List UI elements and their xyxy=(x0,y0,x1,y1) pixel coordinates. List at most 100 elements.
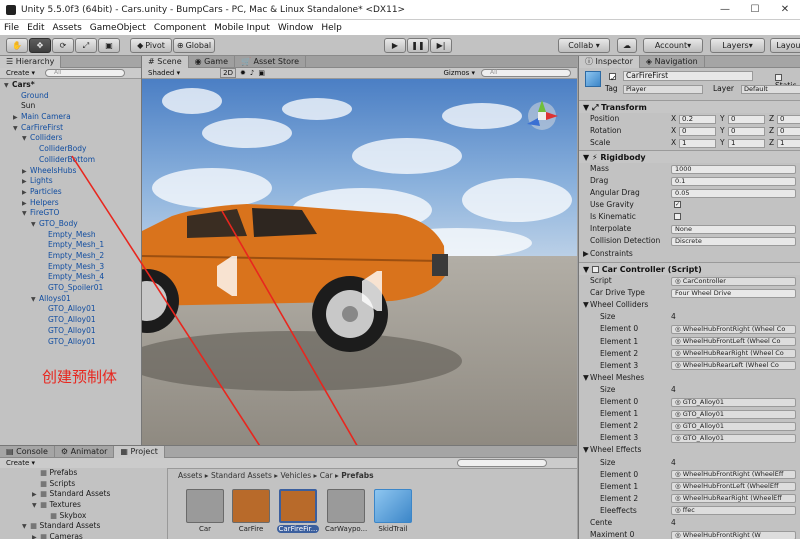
rigidbody-field-value[interactable]: Discrete xyxy=(671,236,796,246)
foldout-header[interactable]: ▼ Wheel Meshes xyxy=(579,372,800,384)
hierarchy-item[interactable]: ▼ CarFireFirst xyxy=(0,123,141,134)
foldout-arrow-icon[interactable]: ▶ xyxy=(22,188,30,199)
lighting-icon[interactable]: ✹ xyxy=(240,69,246,77)
folder-item[interactable]: ▼ ■ Textures xyxy=(0,500,167,511)
hierarchy-item[interactable]: Empty_Mesh_3 xyxy=(0,262,141,273)
layout-dropdown[interactable]: Layout xyxy=(770,38,800,53)
hierarchy-item[interactable]: ▶ WheelsHubs xyxy=(0,166,141,177)
hierarchy-item[interactable]: Sun xyxy=(0,101,141,112)
hierarchy-item[interactable]: GTO_Spoiler01 xyxy=(0,283,141,294)
tab-asset-store[interactable]: 🛒 Asset Store xyxy=(235,56,307,68)
controller-field-value[interactable]: Four Wheel Drive xyxy=(671,288,796,298)
audio-icon[interactable]: ♪ xyxy=(250,69,254,77)
hierarchy-item[interactable]: ▶ Main Camera xyxy=(0,112,141,123)
folder-item[interactable]: ■ Prefabs xyxy=(0,468,167,479)
project-search-input[interactable] xyxy=(457,459,547,467)
controller-field-value[interactable]: ◎ WheelHubRearRight (Wheel Co xyxy=(671,349,796,359)
menu-component[interactable]: Component xyxy=(150,23,210,33)
asset-carfire-prefab[interactable]: CarFire xyxy=(230,489,272,533)
foldout-header[interactable]: ▼ Wheel Effects xyxy=(579,444,800,456)
controller-field-value[interactable]: ◎ ffec xyxy=(671,506,796,516)
cloud-icon[interactable]: ☁ xyxy=(617,38,637,53)
step-button[interactable]: ▶| xyxy=(430,38,452,53)
foldout-arrow-icon[interactable]: ▶ xyxy=(32,533,40,539)
controller-field-value[interactable]: ◎ GTO_Alloy01 xyxy=(671,421,796,431)
foldout-arrow-icon[interactable]: ▼ xyxy=(4,81,12,92)
hierarchy-item[interactable]: GTO_Alloy01 xyxy=(0,315,141,326)
axis-z-field[interactable]: 0 xyxy=(777,114,800,124)
rigidbody-checkbox[interactable] xyxy=(674,213,681,220)
close-icon[interactable]: ✕ xyxy=(770,4,800,15)
effects-icon[interactable]: ▣ xyxy=(258,69,265,77)
hierarchy-item[interactable]: ▼ GTO_Body xyxy=(0,219,141,230)
foldout-arrow-icon[interactable]: ▼ xyxy=(13,124,21,135)
axis-y-field[interactable]: 0 xyxy=(728,114,765,124)
controller-field-value[interactable]: ◎ WheelHubRearRight (WheelEff xyxy=(671,494,796,504)
active-checkbox[interactable]: ✓ xyxy=(609,72,617,83)
axis-z-field[interactable]: 1 xyxy=(777,138,800,148)
menu-edit[interactable]: Edit xyxy=(23,23,48,33)
scale-tool-icon[interactable]: ⤢ xyxy=(75,38,97,53)
hand-tool-icon[interactable]: ✋ xyxy=(6,38,28,53)
menu-help[interactable]: Help xyxy=(317,23,346,33)
hierarchy-item[interactable]: GTO_Alloy01 xyxy=(0,304,141,315)
folder-item[interactable]: ▶ ■ Standard Assets xyxy=(0,489,167,500)
asset-carwaypoint-prefab[interactable]: CarWaypo... xyxy=(325,489,367,533)
rigidbody-header[interactable]: ▼ ⚡ Rigidbody xyxy=(579,150,800,163)
controller-field-value[interactable]: ◎ GTO_Alloy01 xyxy=(671,433,796,443)
script-enabled-checkbox[interactable] xyxy=(591,266,599,273)
pivot-toggle[interactable]: ◆ Pivot xyxy=(130,38,172,53)
hierarchy-item[interactable]: ColliderBody xyxy=(0,144,141,155)
axis-y-field[interactable]: 0 xyxy=(728,126,765,136)
controller-field-value[interactable]: 4 xyxy=(671,311,676,323)
tab-animator[interactable]: ⚙ Animator xyxy=(55,446,115,458)
breadcrumb-car[interactable]: Car xyxy=(320,471,333,480)
menu-file[interactable]: File xyxy=(0,23,23,33)
account-dropdown[interactable]: Account ▾ xyxy=(643,38,703,53)
rigidbody-field-value[interactable]: 0.05 xyxy=(671,188,796,198)
controller-field-value[interactable]: ◎ WheelHubFrontLeft (Wheel Co xyxy=(671,337,796,346)
mode-2d-toggle[interactable]: 2D xyxy=(220,68,236,78)
collab-button[interactable]: Collab ▾ xyxy=(558,38,610,53)
axis-z-field[interactable]: 0 xyxy=(777,126,800,136)
hierarchy-item[interactable]: GTO_Alloy01 xyxy=(0,326,141,337)
controller-field-value[interactable]: 4 xyxy=(671,517,676,529)
asset-skidtrail-prefab[interactable]: SkidTrail xyxy=(372,489,414,533)
tab-project[interactable]: ▦ Project xyxy=(114,446,165,458)
hierarchy-item[interactable]: Empty_Mesh_1 xyxy=(0,240,141,251)
axis-y-field[interactable]: 1 xyxy=(728,138,765,148)
menu-mobile-input[interactable]: Mobile Input xyxy=(210,23,274,33)
breadcrumb-prefabs[interactable]: Prefabs xyxy=(341,471,373,480)
foldout-arrow-icon[interactable]: ▼ xyxy=(22,209,30,220)
maximize-icon[interactable]: ☐ xyxy=(740,4,770,15)
menu-gameobject[interactable]: GameObject xyxy=(86,23,150,33)
car-controller-header[interactable]: ▼ Car Controller (Script) xyxy=(579,262,800,275)
project-create-button[interactable]: Create ▾ xyxy=(6,459,35,467)
controller-field-value[interactable]: ◎ GTO_Alloy01 xyxy=(671,409,796,419)
scene-search-input[interactable]: All xyxy=(481,69,571,77)
foldout-arrow-icon[interactable]: ▼ xyxy=(31,295,39,306)
breadcrumb-standard-assets[interactable]: Standard Assets xyxy=(211,471,272,480)
hierarchy-item[interactable]: GTO_Alloy01 xyxy=(0,337,141,348)
controller-field-value[interactable]: ◎ WheelHubFrontRight (Wheel Co xyxy=(671,324,796,334)
hierarchy-item[interactable]: ▶ Lights xyxy=(0,176,141,187)
breadcrumb-assets[interactable]: Assets xyxy=(178,471,202,480)
object-name-field[interactable]: CarFireFirst xyxy=(623,71,753,81)
controller-field-value[interactable]: 4 xyxy=(671,457,676,469)
gizmos-dropdown[interactable]: Gizmos ▾ xyxy=(443,69,475,77)
hierarchy-search-input[interactable]: All xyxy=(45,69,126,77)
rigidbody-field-value[interactable]: None xyxy=(671,224,796,234)
foldout-arrow-icon[interactable]: ▼ xyxy=(22,134,30,145)
car-model[interactable] xyxy=(142,204,448,352)
breadcrumb-vehicles[interactable]: Vehicles xyxy=(280,471,311,480)
layers-dropdown[interactable]: Layers ▾ xyxy=(710,38,765,53)
rigidbody-field-value[interactable]: 0.1 xyxy=(671,176,796,186)
transform-header[interactable]: ▼ ⤢ Transform xyxy=(579,100,800,113)
play-button[interactable]: ▶ xyxy=(384,38,406,53)
tab-game[interactable]: ◉ Game xyxy=(189,56,235,68)
controller-field-value[interactable]: ◎ GTO_Alloy01 xyxy=(671,397,796,407)
shading-dropdown[interactable]: Shaded ▾ xyxy=(148,69,180,77)
hierarchy-item[interactable]: Ground xyxy=(0,91,141,102)
controller-field-value[interactable]: ◎ WheelHubFrontRight (WheelEff xyxy=(671,470,796,480)
asset-car-prefab[interactable]: Car xyxy=(184,489,226,533)
